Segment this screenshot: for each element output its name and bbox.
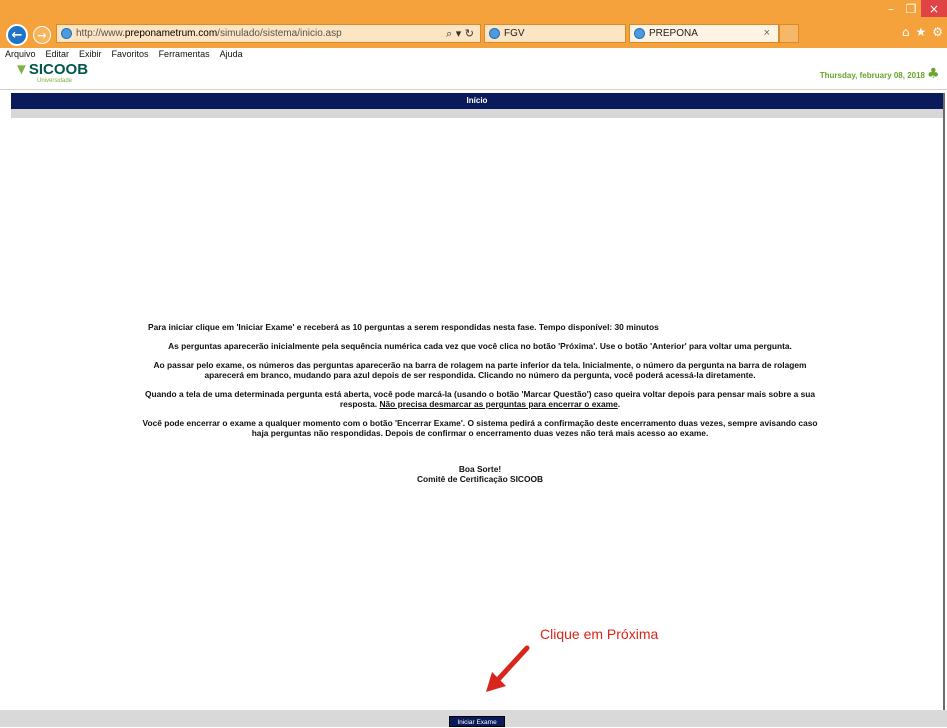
instruction-paragraph: Para iniciar clique em 'Iniciar Exame' e… <box>148 322 659 332</box>
search-icon[interactable]: ⌕ <box>446 27 452 40</box>
sicoob-logo: ▼SICOOB <box>14 61 88 78</box>
ie-page-icon <box>61 27 72 39</box>
ie-tab-icon <box>489 27 500 39</box>
logo-text: SICOOB <box>28 61 89 78</box>
refresh-icon[interactable]: ↻ <box>465 27 474 40</box>
tab-label: PREPONA <box>649 28 698 39</box>
menu-arquivo[interactable]: Arquivo <box>0 48 41 61</box>
page-right-border <box>943 93 945 710</box>
start-exam-button[interactable]: Iniciar Exame <box>449 716 505 727</box>
menu-bar: Arquivo Editar Exibir Favoritos Ferramen… <box>0 48 947 61</box>
callout-text: Clique em Próxima <box>540 626 659 642</box>
home-icon[interactable]: ⌂ <box>902 25 910 39</box>
ie-tab-icon <box>634 27 645 39</box>
menu-editar[interactable]: Editar <box>41 48 75 61</box>
close-window-button[interactable]: × <box>921 0 947 17</box>
underlined-note: Não precisa desmarcar as perguntas para … <box>379 399 618 409</box>
window-controls: – ❐ × <box>881 0 947 21</box>
site-header: ▼SICOOB Universidade Thursday, february … <box>0 61 947 90</box>
address-bar[interactable]: http://www.preponametrum.com/simulado/si… <box>56 24 481 43</box>
back-arrow-icon: ← <box>11 27 23 43</box>
new-tab-button[interactable] <box>779 24 799 43</box>
instruction-paragraph: Ao passar pelo exame, os números das per… <box>153 360 807 380</box>
page-title-bar: Início <box>11 93 943 109</box>
note-suffix: . <box>617 399 621 409</box>
forward-button[interactable]: → <box>33 26 51 44</box>
good-luck: Boa Sorte! <box>458 464 502 474</box>
instruction-paragraph: As perguntas aparecerão inicialmente pel… <box>168 341 792 351</box>
url-host: preponametrum.com <box>124 28 218 39</box>
tab-close-icon[interactable]: × <box>764 25 770 42</box>
menu-favoritos[interactable]: Favoritos <box>107 48 154 61</box>
restore-button[interactable]: ❐ <box>901 0 921 17</box>
current-date: Thursday, february 08, 2018 <box>819 71 925 80</box>
browser-toolbar-icons: ⌂ ★ ⚙ <box>902 25 943 39</box>
minimize-button[interactable]: – <box>881 0 901 17</box>
instruction-paragraph: Você pode encerrar o exame a qualquer mo… <box>142 418 818 438</box>
instructions: Para iniciar clique em 'Iniciar Exame' e… <box>140 322 820 484</box>
logo-subtitle: Universidade <box>37 78 73 84</box>
back-button[interactable]: ← <box>6 24 28 46</box>
clover-icon: ♣ <box>927 66 940 82</box>
window-titlebar: – ❐ × <box>0 0 947 21</box>
page-title: Início <box>466 96 488 105</box>
signature: Boa Sorte! Comitê de Certificação SICOOB <box>140 464 820 484</box>
instruction-paragraph-mark: Quando a tela de uma determinada pergunt… <box>140 389 820 409</box>
url-prefix: http://www. <box>76 28 125 39</box>
menu-ferramentas[interactable]: Ferramentas <box>154 48 215 61</box>
gear-icon[interactable]: ⚙ <box>932 25 943 39</box>
committee-name: Comitê de Certificação SICOOB <box>416 474 544 484</box>
address-tools: ⌕ ▾ ↻ <box>446 27 474 40</box>
tab-fgv[interactable]: FGV <box>484 24 626 43</box>
tab-prepona[interactable]: PREPONA × <box>629 24 779 43</box>
tab-label: FGV <box>504 28 525 39</box>
red-arrow-icon <box>486 645 530 692</box>
logo-mark-icon: ▼ <box>14 61 29 78</box>
menu-exibir[interactable]: Exibir <box>74 48 107 61</box>
menu-ajuda[interactable]: Ajuda <box>215 48 248 61</box>
browser-navbar: ← → http://www.preponametrum.com/simulad… <box>0 21 947 48</box>
url-path: /simulado/sistema/inicio.asp <box>217 28 342 39</box>
star-icon[interactable]: ★ <box>915 25 926 39</box>
forward-arrow-icon: → <box>37 28 47 42</box>
divider-strip <box>11 109 943 118</box>
